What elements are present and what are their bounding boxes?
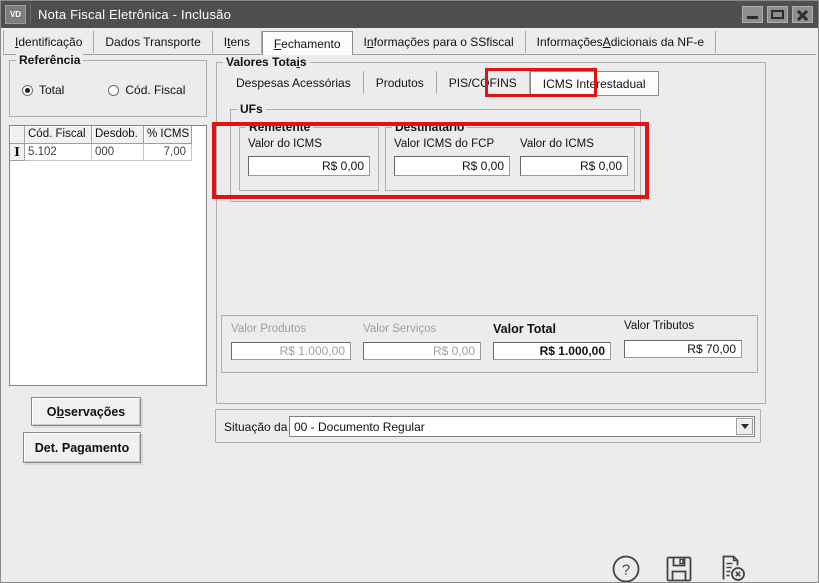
tab-informacoes-adicionais-nfe[interactable]: Informações Adicionais da NF-e (526, 31, 716, 53)
cell-perc-icms: 7,00 (144, 144, 192, 161)
valor-produtos-label: Valor Produtos (231, 323, 306, 335)
window-controls (738, 6, 813, 23)
titlebar-separator (30, 4, 31, 25)
app-icon: VD (5, 5, 26, 24)
totais-panel: Valor Produtos R$ 1.000,00 Valor Serviço… (221, 315, 758, 373)
valor-tributos-field: R$ 70,00 (624, 340, 742, 358)
row-edit-marker-icon: I (10, 144, 25, 161)
subtab-icms-interestadual[interactable]: ICMS Interestadual (530, 71, 659, 96)
grid-col-cod-fiscal: Cód. Fiscal (25, 126, 92, 144)
close-icon[interactable] (792, 6, 813, 23)
valores-totais-title: Valores Totais (223, 55, 310, 69)
remetente-group: Remetente Valor do ICMS R$ 0,00 (239, 127, 379, 191)
valores-subtabstrip: Despesas Acessórias Produtos PIS/COFINS … (224, 71, 659, 95)
svg-text:?: ? (622, 562, 630, 579)
situacao-panel: Situação da NF: 00 - Documento Regular (215, 409, 761, 443)
maximize-icon[interactable] (767, 6, 788, 23)
nota-fiscal-window: VD Nota Fiscal Eletrônica - Inclusão Ide… (0, 0, 819, 583)
remetente-title: Remetente (246, 120, 313, 134)
tab-itens[interactable]: Itens (213, 31, 262, 53)
grid-col-desdob: Desdob. (92, 126, 144, 144)
help-icon[interactable]: ? (611, 554, 641, 583)
cfop-grid[interactable]: Cód. Fiscal Desdob. % ICMS I 5.102 000 7… (9, 125, 207, 386)
tab-identificacao[interactable]: Identificação (3, 31, 94, 53)
situacao-nf-select[interactable]: 00 - Documento Regular (289, 416, 755, 437)
tab-informacoes-ssfiscal[interactable]: Informações para o SSfiscal (353, 31, 526, 53)
det-pagamento-button[interactable]: Det. Pagamento (23, 432, 141, 463)
subtab-despesas-acessorias[interactable]: Despesas Acessórias (224, 71, 364, 94)
save-icon[interactable] (664, 554, 694, 583)
table-row[interactable]: I 5.102 000 7,00 (10, 144, 206, 161)
destinatario-valor-icms-label: Valor do ICMS (520, 138, 594, 150)
destinatario-group: Destinatário Valor ICMS do FCP R$ 0,00 V… (385, 127, 635, 191)
chevron-down-icon[interactable] (736, 418, 753, 435)
grid-header: Cód. Fiscal Desdob. % ICMS (10, 126, 206, 144)
valor-produtos-field: R$ 1.000,00 (231, 342, 351, 360)
remetente-valor-icms-field[interactable]: R$ 0,00 (248, 156, 370, 176)
referencia-group: Referência Total Cód. Fiscal (9, 60, 207, 117)
destinatario-valor-icms-fcp-field[interactable]: R$ 0,00 (394, 156, 510, 176)
valor-tributos-label: Valor Tributos (624, 320, 694, 332)
valor-servicos-field: R$ 0,00 (363, 342, 481, 360)
valor-total-label: Valor Total (493, 322, 556, 336)
destinatario-valor-icms-fcp-label: Valor ICMS do FCP (394, 138, 494, 150)
tab-fechamento[interactable]: Fechamento (262, 31, 353, 55)
titlebar: VD Nota Fiscal Eletrônica - Inclusão (1, 1, 818, 28)
radio-cod-fiscal[interactable] (108, 85, 119, 96)
destinatario-title: Destinatário (392, 120, 467, 134)
cancel-document-icon[interactable] (717, 553, 747, 583)
observacoes-button[interactable]: Observações (31, 397, 141, 426)
ufs-title: UFs (237, 102, 266, 116)
subtab-pis-cofins[interactable]: PIS/COFINS (437, 71, 530, 94)
valor-servicos-label: Valor Serviços (363, 323, 436, 335)
main-tabstrip: Identificação Dados Transporte Itens Fec… (3, 31, 816, 55)
window-title: Nota Fiscal Eletrônica - Inclusão (38, 7, 231, 22)
cell-desdob: 000 (92, 144, 144, 161)
radio-cod-fiscal-label: Cód. Fiscal (125, 83, 185, 97)
referencia-title: Referência (16, 53, 83, 67)
remetente-valor-icms-label: Valor do ICMS (248, 138, 322, 150)
subtab-produtos[interactable]: Produtos (364, 71, 437, 94)
ufs-group: UFs Remetente Valor do ICMS R$ 0,00 Dest… (230, 109, 641, 202)
valor-total-field: R$ 1.000,00 (493, 342, 611, 360)
cell-cod-fiscal: 5.102 (25, 144, 92, 161)
grid-col-perc-icms: % ICMS (144, 126, 192, 144)
radio-total[interactable] (22, 85, 33, 96)
referencia-options: Total Cód. Fiscal (22, 83, 200, 97)
destinatario-valor-icms-field[interactable]: R$ 0,00 (520, 156, 628, 176)
radio-total-label: Total (39, 83, 64, 97)
grid-marker-header (10, 126, 25, 144)
minimize-icon[interactable] (742, 6, 763, 23)
situacao-nf-value: 00 - Documento Regular (294, 420, 425, 434)
tab-dados-transporte[interactable]: Dados Transporte (94, 31, 212, 53)
valores-totais-group: Valores Totais Despesas Acessórias Produ… (216, 62, 766, 404)
